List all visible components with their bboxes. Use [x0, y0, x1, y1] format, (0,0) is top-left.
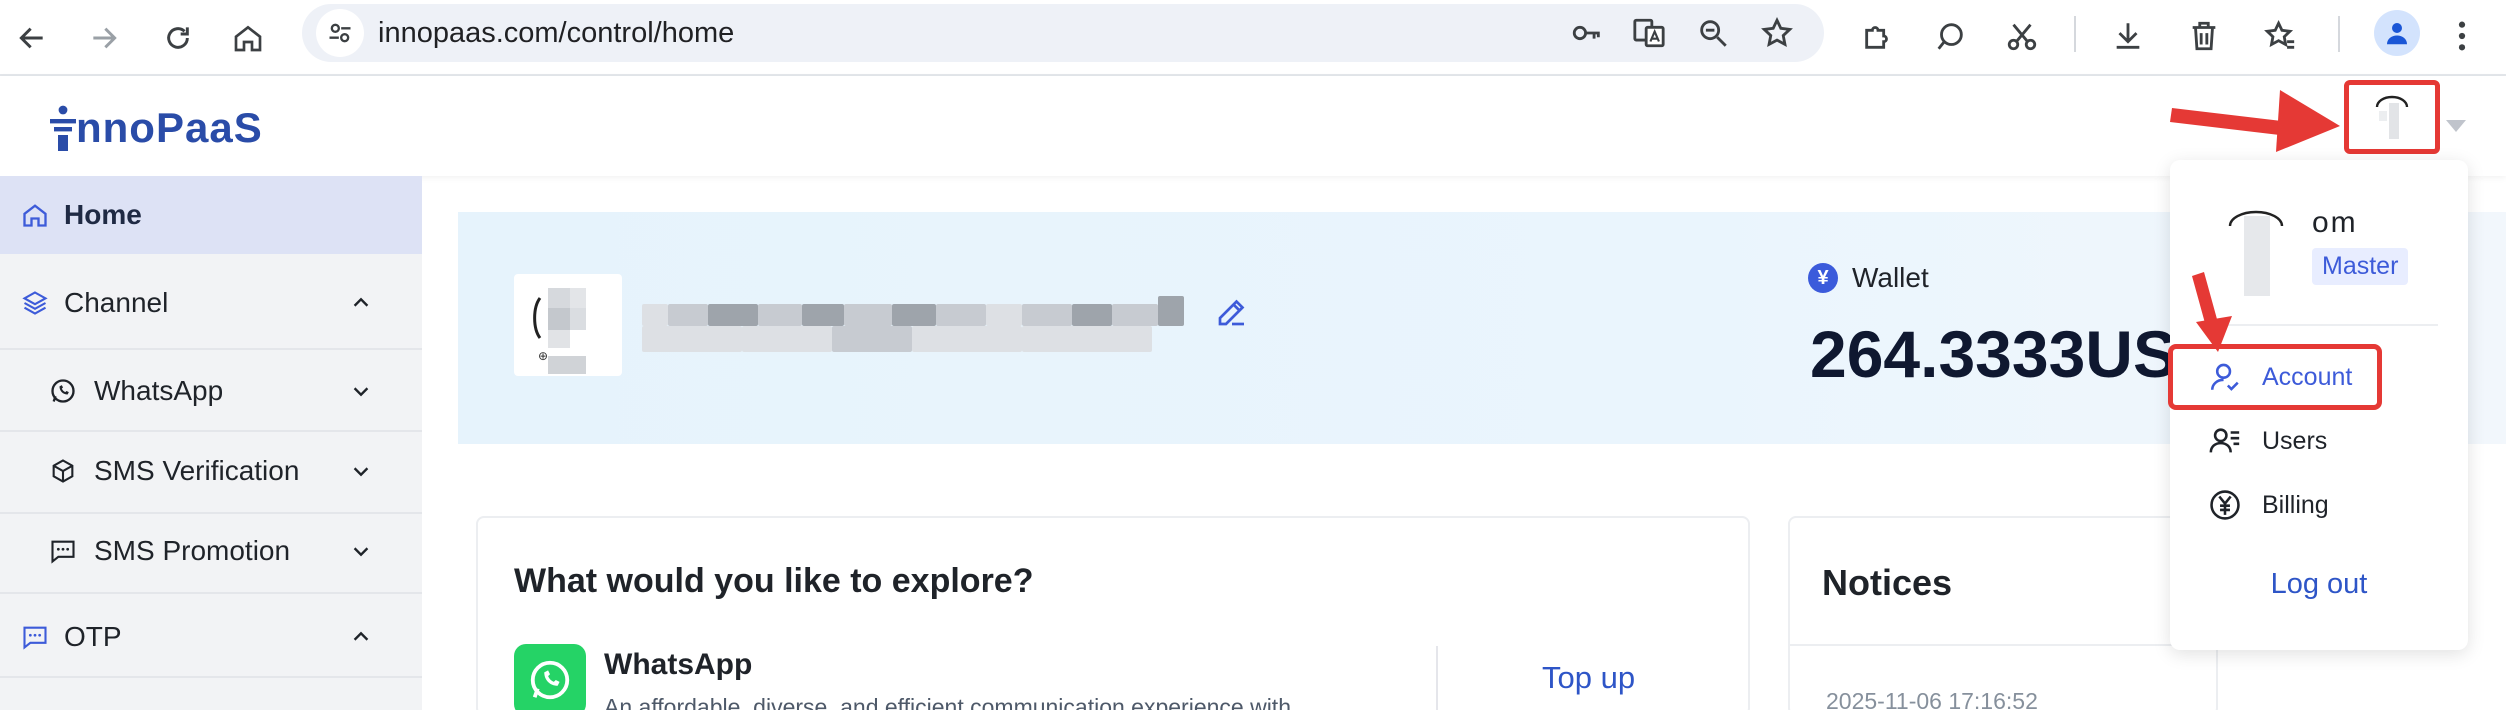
- browser-toolbar: innopaas.com/control/home: [0, 0, 2506, 76]
- divider: [0, 592, 422, 594]
- logout-button[interactable]: Log out: [2170, 568, 2468, 601]
- app-header: nnoPaaS: [0, 76, 2506, 176]
- sidebar-item-home[interactable]: Home: [0, 176, 422, 254]
- menu-item-label: Billing: [2262, 490, 2329, 519]
- avatar: [2375, 95, 2409, 139]
- home-icon[interactable]: [220, 10, 276, 66]
- role-badge: Master: [2312, 248, 2409, 285]
- kebab-menu-icon[interactable]: [2442, 10, 2482, 62]
- sidebar-item-channel[interactable]: Channel: [0, 264, 422, 342]
- menu-item-label: Users: [2262, 426, 2328, 455]
- cube-icon: [46, 454, 80, 488]
- translate-icon[interactable]: [1628, 12, 1670, 54]
- edit-pencil-icon[interactable]: [1214, 294, 1250, 330]
- toolbar-divider: [2074, 16, 2076, 52]
- toolbar-divider: [2338, 16, 2340, 52]
- user-avatar-button[interactable]: [2344, 80, 2440, 154]
- logo[interactable]: nnoPaaS: [50, 100, 263, 156]
- yen-icon: ¥: [1808, 263, 1838, 293]
- whatsapp-icon: [46, 374, 80, 408]
- profile-icon[interactable]: [2374, 10, 2420, 56]
- notices-card: Notices 2025-11-06 17:16:52: [1788, 516, 2220, 710]
- arrow-right-icon[interactable]: [76, 10, 132, 66]
- sidebar-item-label: OTP: [64, 621, 122, 652]
- yen-circle-icon: [2206, 486, 2244, 524]
- sidebar-item-sms-verification[interactable]: SMS Verification: [0, 432, 422, 510]
- divider: [0, 676, 422, 678]
- chat-bubble-icon[interactable]: [1924, 10, 1976, 62]
- key-icon[interactable]: [1566, 12, 1608, 54]
- chevron-down-icon[interactable]: [348, 538, 374, 564]
- user-name: om: [2312, 206, 2358, 239]
- star-list-icon[interactable]: [2254, 10, 2306, 62]
- chevron-up-icon[interactable]: [348, 290, 374, 316]
- sidebar-item-label: Channel: [64, 287, 169, 318]
- explore-card: What would you like to explore? WhatsApp…: [476, 516, 1750, 710]
- sidebar-item-label: SMS Promotion: [94, 535, 291, 566]
- whatsapp-product-description: An affordable, diverse, and efficient co…: [604, 694, 1291, 710]
- logo-text: nnoPaaS: [76, 104, 263, 151]
- whatsapp-logo-icon: [514, 644, 586, 710]
- wallet-balance: 264.3333US: [1810, 317, 2177, 391]
- wallet-title: Wallet: [1852, 262, 1929, 293]
- message-icon: [46, 534, 80, 568]
- account-highlight-box: [2168, 344, 2382, 410]
- chevron-down-icon[interactable]: [348, 378, 374, 404]
- chevron-down-icon[interactable]: [348, 458, 374, 484]
- sidebar-item-sms-promotion[interactable]: SMS Promotion: [0, 512, 422, 590]
- home-outline-icon: [18, 198, 52, 232]
- star-icon[interactable]: [1756, 12, 1798, 54]
- logo-mark-icon: [50, 105, 76, 151]
- message-icon: [18, 620, 52, 654]
- menu-item-users[interactable]: Users: [2206, 416, 2446, 466]
- avatar-redacted: [2244, 216, 2270, 296]
- sidebar-item-label: WhatsApp: [94, 375, 224, 406]
- reload-icon[interactable]: [150, 10, 206, 66]
- sidebar-item-whatsapp[interactable]: WhatsApp: [0, 352, 422, 430]
- puzzle-icon[interactable]: [1852, 10, 1904, 62]
- tune-icon[interactable]: [316, 9, 364, 57]
- screen: innopaas.com/control/home nnoPaaS Home C…: [0, 0, 2506, 710]
- address-bar[interactable]: innopaas.com/control/home: [302, 4, 1824, 62]
- explore-title: What would you like to explore?: [514, 562, 1034, 600]
- chevron-up-icon[interactable]: [348, 624, 374, 650]
- svg-text:⊕: ⊕: [538, 349, 548, 363]
- download-icon[interactable]: [2102, 10, 2154, 62]
- arrow-left-icon[interactable]: [4, 10, 60, 66]
- sidebar-item-otp[interactable]: OTP: [0, 598, 422, 676]
- url-text[interactable]: innopaas.com/control/home: [378, 16, 734, 50]
- zoom-out-icon[interactable]: [1692, 12, 1734, 54]
- divider: [1790, 644, 2220, 646]
- sidebar: Home Channel WhatsApp SMS Verification S…: [0, 176, 422, 710]
- menu-item-billing[interactable]: Billing: [2206, 480, 2446, 530]
- whatsapp-product-title: WhatsApp: [604, 648, 753, 681]
- divider: [1436, 646, 1438, 710]
- notices-title: Notices: [1822, 562, 1953, 603]
- divider: [2202, 324, 2438, 326]
- chevron-down-icon[interactable]: [2446, 120, 2466, 132]
- top-up-link[interactable]: Top up: [1542, 660, 1635, 696]
- wallet-label: ¥ Wallet: [1808, 262, 1929, 294]
- avatar: ⊕: [533, 288, 586, 374]
- trash-icon[interactable]: [2178, 10, 2230, 62]
- sidebar-item-label: Home: [64, 199, 142, 230]
- layers-icon: [18, 286, 52, 320]
- notice-timestamp[interactable]: 2025-11-06 17:16:52: [1826, 688, 2038, 710]
- sidebar-item-label: SMS Verification: [94, 455, 300, 486]
- company-avatar: ⊕: [514, 274, 622, 376]
- scissors-icon[interactable]: [1996, 10, 2048, 62]
- divider: [0, 348, 422, 350]
- users-list-icon: [2206, 422, 2244, 460]
